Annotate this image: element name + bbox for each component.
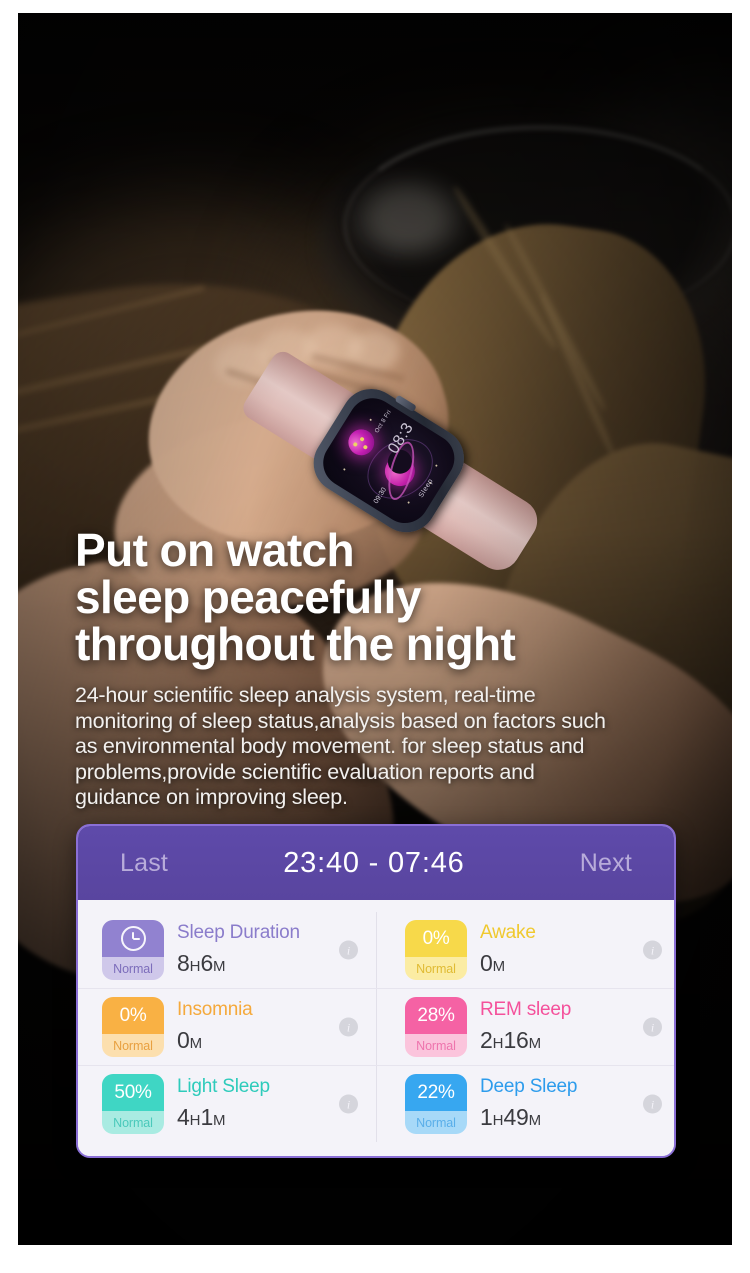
info-icon[interactable]: i [339,1094,358,1114]
info-icon[interactable]: i [643,1017,662,1037]
metric-label: Insomnia [177,999,253,1020]
sleep-card-header: Last 23:40 - 07:46 Next [78,826,674,900]
background-light-pool [348,173,468,263]
metric-rem-sleep[interactable]: 28% Normal REM sleep 2H16M i [376,989,674,1065]
headline-line-2: sleep peacefully [75,571,421,623]
marketing-copy: Put on watch sleep peacefully throughout… [75,527,675,811]
metric-percent: 50% [102,1074,164,1112]
metric-awake[interactable]: 0% Normal Awake 0M i [376,912,674,988]
metric-row: 50% Normal Light Sleep 4H1M i 22% Normal Deep S… [78,1065,674,1142]
poster-page: Oct 8 Fri 08:3 09:30 Sleep Put on watch … [0,0,750,1273]
metric-value: 0M [480,950,506,976]
metric-text-block: Sleep Duration 8H6M [177,921,300,979]
poster-canvas: Oct 8 Fri 08:3 09:30 Sleep Put on watch … [18,13,732,1245]
sleep-time-range: 23:40 - 07:46 [283,846,465,879]
status-badge: Normal [102,1111,164,1134]
metric-row: 0% Normal Insomnia 0M i 28% Normal REM sleep 2H1… [78,988,674,1065]
status-badge: Normal [405,957,467,980]
sleep-report-card: Last 23:40 - 07:46 Next Normal Sleep Dura… [76,824,676,1158]
metric-text-block: Awake 0M [480,921,536,979]
metric-label: Light Sleep [177,1076,270,1097]
status-badge: Normal [405,1111,467,1134]
star-icon [435,464,438,468]
metric-label: Deep Sleep [480,1076,578,1097]
status-badge: Normal [102,957,164,980]
metric-value: 4H1M [177,1104,226,1130]
next-night-button[interactable]: Next [580,849,632,878]
metric-label: Sleep Duration [177,922,300,943]
info-icon[interactable]: i [643,1094,662,1114]
metric-percent: 28% [405,997,467,1035]
metric-insomnia[interactable]: 0% Normal Insomnia 0M i [78,989,376,1065]
metric-light-sleep[interactable]: 50% Normal Light Sleep 4H1M i [78,1066,376,1142]
metric-badge-tile: 0% Normal [102,997,164,1057]
metric-label: REM sleep [480,999,572,1020]
metric-deep-sleep[interactable]: 22% Normal Deep Sleep 1H49M i [376,1066,674,1142]
sleep-metrics-grid: Normal Sleep Duration 8H6M i 0% Normal Awake 0M… [78,900,674,1156]
description-paragraph: 24-hour scientific sleep analysis system… [75,683,606,809]
metric-badge-tile: 50% Normal [102,1074,164,1134]
metric-badge-tile: 0% Normal [405,920,467,980]
metric-value: 0M [177,1027,203,1053]
metric-text-block: Deep Sleep 1H49M [480,1075,577,1133]
star-icon [343,468,346,471]
status-badge: Normal [102,1034,164,1057]
metric-text-block: Light Sleep 4H1M [177,1075,270,1133]
metric-text-block: REM sleep 2H16M [480,998,571,1056]
clock-icon [102,920,164,958]
status-badge: Normal [405,1034,467,1057]
star-icon [407,501,410,504]
metric-sleep-duration[interactable]: Normal Sleep Duration 8H6M i [78,912,376,988]
previous-night-button[interactable]: Last [120,849,168,878]
metric-percent: 22% [405,1074,467,1112]
metric-badge-tile: Normal [102,920,164,980]
info-icon[interactable]: i [339,940,358,960]
headline-line-1: Put on watch [75,524,355,576]
metric-row: Normal Sleep Duration 8H6M i 0% Normal Awake 0M… [78,912,674,988]
info-icon[interactable]: i [339,1017,358,1037]
headline-line-3: throughout the night [75,618,516,670]
page-title: Put on watch sleep peacefully throughout… [75,527,675,668]
metric-value: 8H6M [177,950,226,976]
metric-percent: 0% [405,920,467,958]
info-icon[interactable]: i [643,940,662,960]
metric-badge-tile: 22% Normal [405,1074,467,1134]
metric-value: 1H49M [480,1104,542,1130]
metric-text-block: Insomnia 0M [177,998,253,1056]
metric-percent: 0% [102,997,164,1035]
metric-label: Awake [480,922,536,943]
metric-badge-tile: 28% Normal [405,997,467,1057]
clock-icon-glyph [120,926,146,952]
metric-value: 2H16M [480,1027,542,1053]
star-icon [369,418,373,422]
watch-date: Oct 8 Fri [374,409,393,435]
